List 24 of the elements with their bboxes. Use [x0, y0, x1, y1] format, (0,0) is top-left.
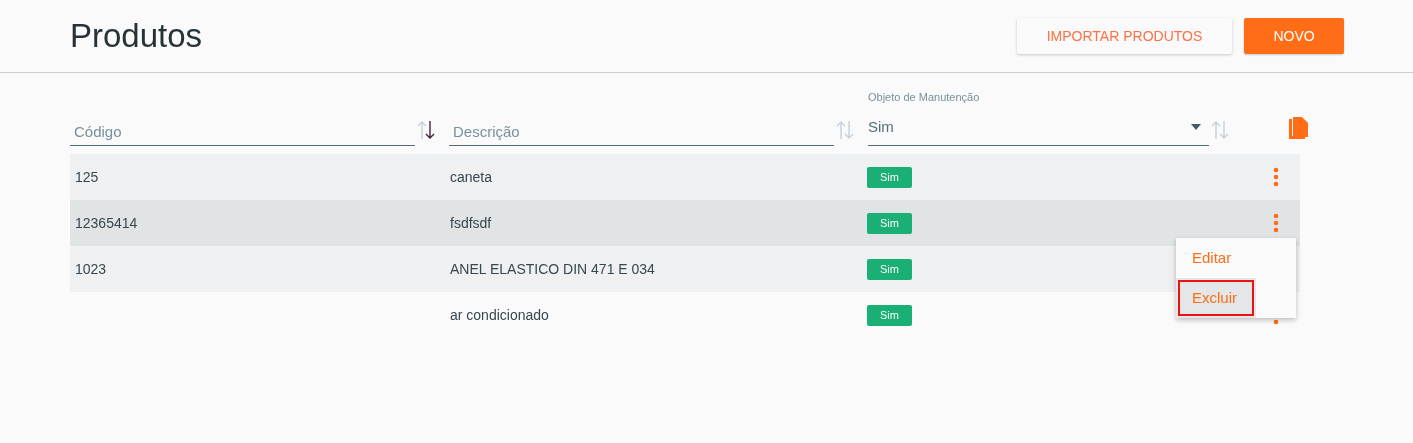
- description-cell-text: caneta: [449, 169, 494, 185]
- code-cell-text: 1023: [74, 261, 108, 277]
- copy-file-icon[interactable]: [1289, 117, 1309, 139]
- status-badge: Sim: [867, 166, 912, 188]
- status-badge: Sim: [867, 258, 912, 280]
- more-options-icon[interactable]: [1273, 167, 1279, 187]
- new-button[interactable]: NOVO: [1244, 18, 1344, 54]
- maintenance-select[interactable]: Objeto de Manutenção Sim: [868, 91, 1209, 146]
- page-title: Produtos: [70, 17, 203, 55]
- table-row[interactable]: 125 caneta Sim: [70, 154, 1300, 200]
- table-row[interactable]: 12365414 fsdfsdf Sim: [70, 200, 1300, 246]
- dropdown-caret-icon[interactable]: [1191, 124, 1201, 130]
- import-button[interactable]: IMPORTAR PRODUTOS: [1017, 18, 1232, 54]
- filter-field[interactable]: Descrição: [449, 118, 834, 146]
- status-badge: Sim: [867, 304, 912, 326]
- description-cell-text: ar condicionado: [449, 307, 550, 323]
- code-cell-text: 125: [74, 169, 100, 185]
- description-cell-text: fsdfsdf: [449, 215, 493, 231]
- description-cell-text: ANEL ELASTICO DIN 471 E 034: [449, 261, 656, 277]
- status-badge: Sim: [867, 212, 912, 234]
- more-options-icon[interactable]: [1273, 213, 1279, 233]
- filter-field[interactable]: Código: [70, 118, 415, 146]
- sort-icon[interactable]: [417, 120, 435, 140]
- code-cell-text: 12365414: [74, 215, 139, 231]
